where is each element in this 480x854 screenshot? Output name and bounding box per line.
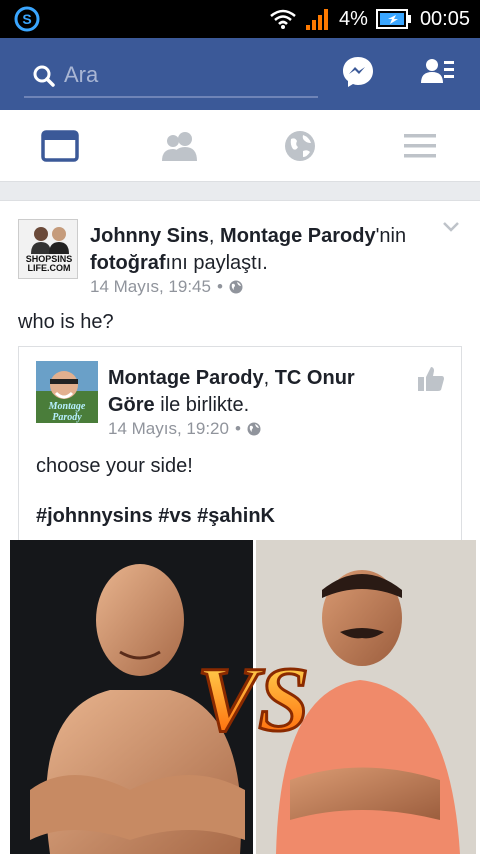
wifi-icon [270,9,296,29]
header-comma: , [208,225,221,247]
like-page-icon[interactable] [417,365,445,393]
globe-icon [285,131,315,161]
search-icon [33,65,55,87]
story-meta: 14 Mayıs, 19:45 • [90,277,243,297]
post-timestamp[interactable]: 14 Mayıs, 19:45 [90,277,211,297]
battery-percent: 4% [339,7,368,30]
shared-hashtags[interactable]: #johnnysins #vs #şahinK [36,505,275,528]
story-header: Johnny Sins, Montage Parody'nin fotoğraf… [90,223,420,277]
author-name[interactable]: Johnny Sins [90,225,209,247]
author-avatar-image: SHOPSINS LIFE.COM [19,220,77,278]
page-name[interactable]: Montage Parody [220,225,376,247]
status-right: 4% 00:05 [269,4,470,34]
clock: 00:05 [419,7,470,30]
post-photo[interactable]: VS [10,540,476,854]
friends-icon [162,132,197,161]
tab-news-feed[interactable] [0,110,120,182]
shared-comma: , [263,367,275,389]
shared-meta-separator: • [234,419,241,438]
header-action: ını paylaştı. [165,252,268,274]
author-avatar[interactable]: SHOPSINS LIFE.COM [18,219,78,279]
shared-avatar-line1: Montage [48,401,86,412]
top-bar [0,38,480,110]
news-feed-icon [41,130,79,162]
public-globe-icon [229,280,243,294]
shared-header: Montage Parody, TC Onur Göre ile birlikt… [108,365,388,419]
skype-icon: S [14,6,40,32]
shared-meta: 14 Mayıs, 19:20 • [108,419,261,439]
vs-label: VS [197,648,310,750]
friend-requests-button[interactable] [418,52,458,92]
shared-post[interactable]: Montage Parody Montage Parody, TC Onur G… [18,346,462,546]
chevron-down-icon[interactable] [442,221,460,233]
signal-icon [306,9,329,30]
public-globe-icon [247,422,261,436]
messenger-icon [343,57,373,87]
shared-author-avatar[interactable]: Montage Parody [36,361,98,423]
tab-notifications[interactable] [240,110,360,182]
status-bar: S 4% 00:05 [0,0,480,38]
shared-avatar-image: Montage Parody [36,361,98,423]
friend-requests-icon [421,59,454,83]
battery-charging-icon [375,9,411,29]
meta-separator: • [216,277,223,296]
shared-timestamp[interactable]: 14 Mayıs, 19:20 [108,419,229,439]
photo-link[interactable]: fotoğraf [90,252,166,274]
tab-bar [0,110,480,182]
shared-author-name[interactable]: Montage Parody [108,367,264,389]
avatar-logo-line2: LIFE.COM [28,263,71,273]
tab-friends[interactable] [120,110,240,182]
tab-menu[interactable] [360,110,480,182]
messenger-button[interactable] [338,52,378,92]
svg-text:S: S [22,11,31,27]
versus-photo: VS [10,540,476,854]
post-message: who is he? [18,311,114,333]
search-input[interactable] [64,60,304,90]
shared-avatar-line2: Parody [52,412,82,423]
header-possessive: 'nin [375,225,407,247]
shared-with-suffix: ile birlikte. [154,394,250,416]
shared-message: choose your side! [36,455,193,477]
menu-icon [404,134,436,158]
search-field[interactable] [24,54,318,98]
